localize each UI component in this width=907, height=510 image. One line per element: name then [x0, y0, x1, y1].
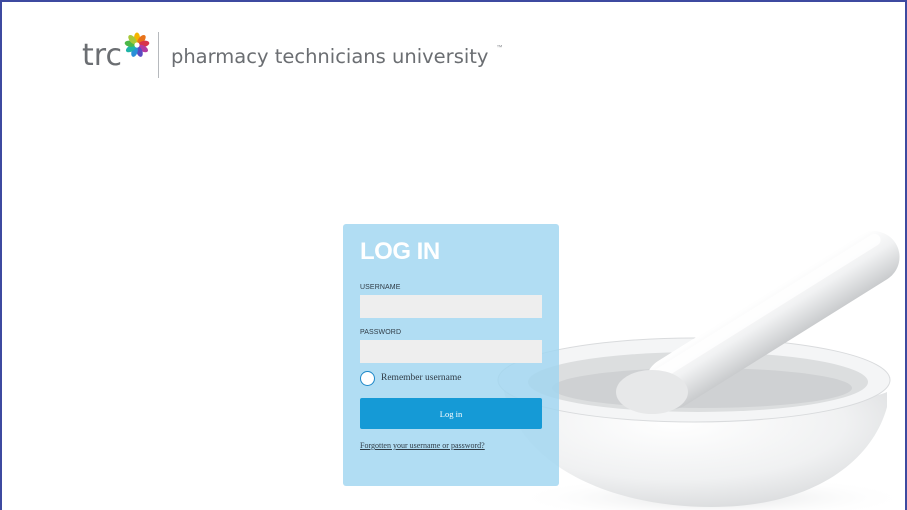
- login-card: LOG IN USERNAME PASSWORD Remember userna…: [343, 224, 559, 486]
- logo-tagline: pharmacy technicians university: [170, 45, 489, 69]
- trademark-symbol: ™: [496, 45, 503, 51]
- password-label: PASSWORD: [360, 329, 402, 336]
- remember-username-radio[interactable]: [360, 370, 375, 386]
- flower-icon: [124, 32, 150, 57]
- username-input[interactable]: [360, 295, 542, 318]
- logo-divider: [157, 32, 159, 78]
- forgot-credentials-link[interactable]: Forgotten your username or password?: [360, 441, 542, 450]
- page-frame: trc pharmacy technicians university ™ LO…: [0, 0, 907, 510]
- login-title: LOG IN: [360, 238, 440, 265]
- password-input[interactable]: [360, 340, 542, 363]
- login-button[interactable]: Log in: [360, 398, 542, 429]
- logo-wordmark: trc: [82, 38, 122, 73]
- site-logo[interactable]: trc pharmacy technicians university ™: [82, 30, 502, 80]
- remember-username-label[interactable]: Remember username: [381, 373, 461, 383]
- username-label: USERNAME: [360, 284, 401, 291]
- remember-username-row[interactable]: Remember username: [360, 368, 542, 388]
